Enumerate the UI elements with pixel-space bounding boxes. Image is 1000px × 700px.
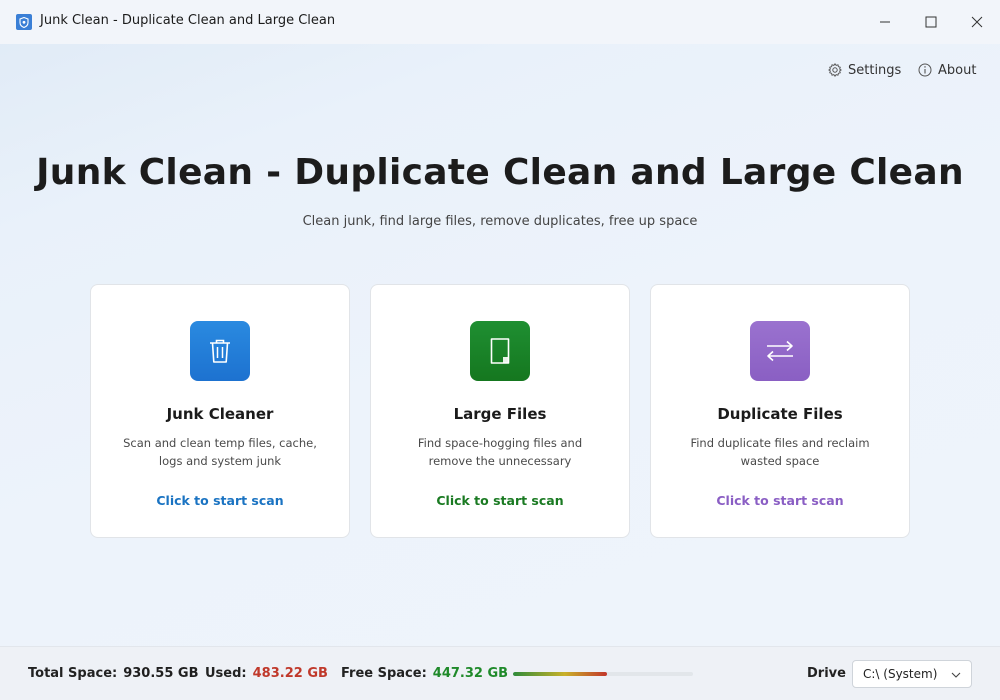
card-description: Scan and clean temp files, cache, logs a… [123, 436, 317, 468]
status-bar: Total Space: 930.55 GB Used: 483.22 GB Fre… [0, 646, 1000, 700]
used-space-label: Used: [205, 666, 247, 681]
disk-usage-fill [513, 672, 607, 676]
about-link[interactable]: About [918, 60, 976, 80]
card-title: Junk Cleaner [166, 405, 274, 423]
free-space-value: 447.32 GB [432, 666, 509, 681]
gear-icon [828, 63, 842, 77]
info-icon [918, 63, 932, 77]
total-space: Total Space: 930.55 GB [28, 666, 199, 681]
settings-link[interactable]: Settings [828, 60, 901, 80]
minimize-icon [880, 21, 890, 23]
total-space-value: 930.55 GB [123, 666, 199, 681]
settings-label: Settings [848, 62, 902, 78]
about-label: About [938, 62, 977, 78]
start-scan-link[interactable]: Click to start scan [651, 493, 909, 508]
maximize-button[interactable] [908, 0, 954, 44]
junk-cleaner-card[interactable]: Junk Cleaner Scan and clean temp files, … [90, 284, 350, 538]
drive-label: Drive [807, 666, 846, 681]
page-title: Junk Clean - Duplicate Clean and Large C… [36, 152, 964, 193]
file-icon [470, 321, 530, 381]
swap-arrows-icon [750, 321, 810, 381]
duplicate-files-card[interactable]: Duplicate Files Find duplicate files and… [650, 284, 910, 538]
start-scan-link[interactable]: Click to start scan [91, 493, 349, 508]
disk-usage-bar [513, 672, 693, 676]
drive-selected-value: C:\ (System) [863, 667, 938, 681]
maximize-icon [925, 16, 937, 28]
chevron-down-icon [951, 672, 961, 678]
card-description: Find duplicate files and reclaim wasted … [690, 436, 870, 468]
free-space-label: Free Space: [341, 666, 427, 681]
used-space: Used: 483.22 GB [205, 666, 328, 681]
trash-icon [190, 321, 250, 381]
close-button[interactable] [954, 0, 1000, 44]
window-title: Junk Clean - Duplicate Clean and Large C… [40, 13, 336, 28]
close-icon [971, 16, 983, 28]
page-subtitle: Clean junk, find large files, remove dup… [302, 214, 698, 229]
card-title: Large Files [453, 405, 547, 423]
free-space: Free Space: 447.32 GB [341, 666, 508, 681]
card-title: Duplicate Files [717, 405, 843, 423]
used-space-value: 483.22 GB [252, 666, 328, 681]
large-files-card[interactable]: Large Files Find space-hogging files and… [370, 284, 630, 538]
card-description: Find space-hogging files and remove the … [417, 436, 583, 468]
minimize-button[interactable] [862, 0, 908, 44]
start-scan-link[interactable]: Click to start scan [371, 493, 629, 508]
shield-icon [16, 14, 32, 30]
title-bar: Junk Clean - Duplicate Clean and Large C… [0, 0, 1000, 44]
total-space-label: Total Space: [28, 666, 118, 681]
drive-select[interactable]: C:\ (System) [852, 660, 972, 688]
